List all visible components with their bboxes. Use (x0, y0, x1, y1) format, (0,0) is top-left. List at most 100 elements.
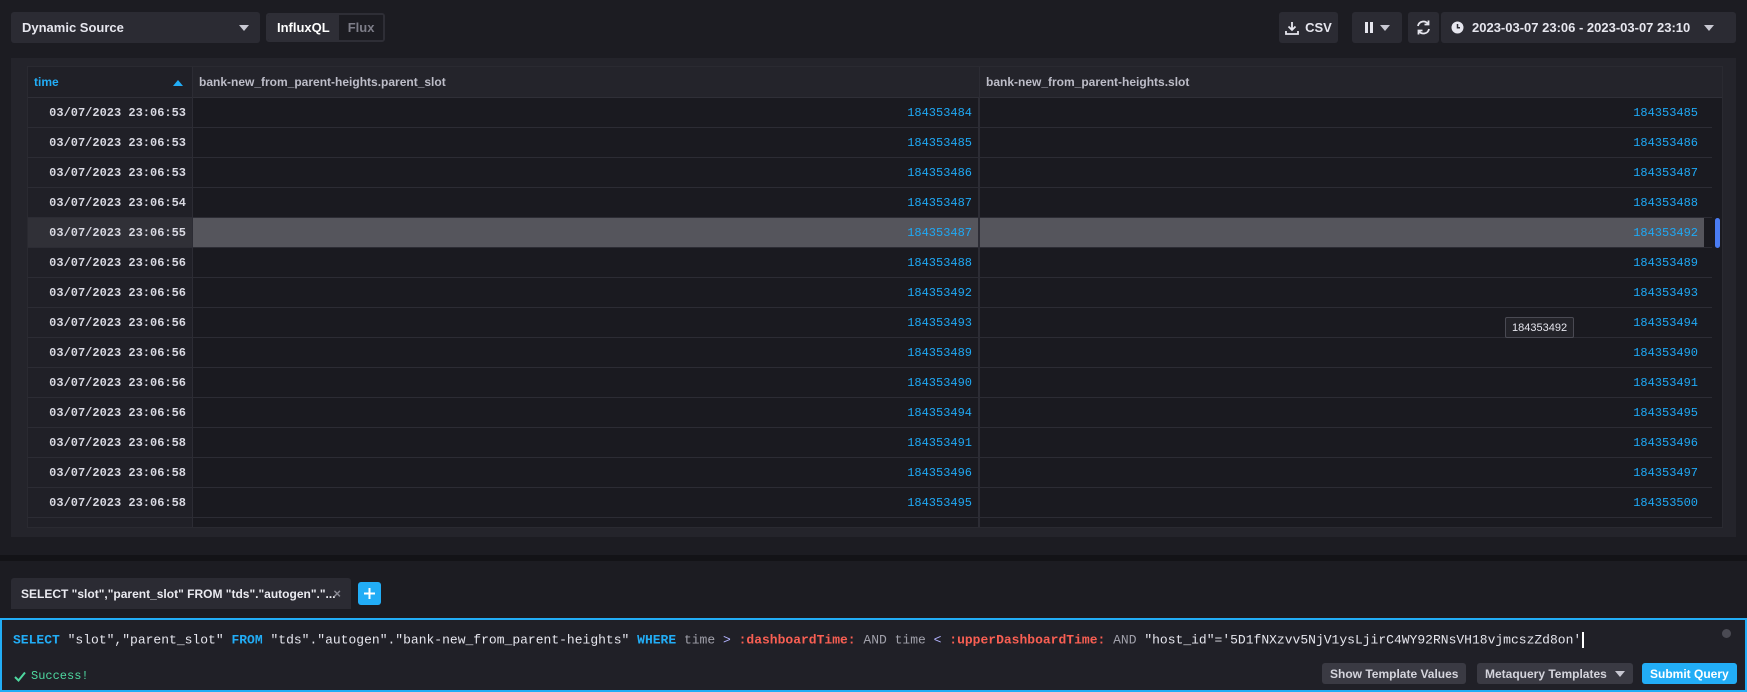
query-text[interactable]: SELECT "slot","parent_slot" FROM "tds"."… (13, 632, 1585, 648)
query-token: "slot","parent_slot" (59, 632, 232, 648)
query-token: '5D1fNXzvv5NjV1ysLjirC4WY92RNsVH18vjmcsz… (1222, 632, 1582, 648)
slot-cell: 184353487 (1633, 165, 1698, 180)
table-row[interactable]: 03/07/2023 23:06:58 184353495 184353500 (28, 488, 1722, 518)
query-token: time (676, 632, 723, 648)
table-row[interactable]: 03/07/2023 23:06:54 184353487 184353488 (28, 188, 1722, 218)
query-status: Success! (14, 669, 89, 683)
query-editor[interactable]: SELECT "slot","parent_slot" FROM "tds"."… (0, 618, 1747, 692)
table-row[interactable]: 03/07/2023 23:06:58 184353496 184353497 (28, 458, 1722, 488)
refresh-icon (1417, 20, 1430, 35)
query-token: :upperDashboardTime: (949, 632, 1106, 648)
source-dropdown-label: Dynamic Source (22, 20, 124, 35)
column-header-time[interactable]: time (28, 67, 192, 97)
csv-download-button[interactable]: CSV (1279, 12, 1338, 43)
parent-slot-cell: 184353497 (193, 518, 979, 527)
parent-slot-cell: 184353487 (193, 188, 979, 217)
time-range-dropdown[interactable]: 2023-03-07 23:06 - 2023-03-07 23:10 (1441, 12, 1736, 43)
parent-slot-cell: 184353485 (193, 128, 979, 157)
time-range-label: 2023-03-07 23:06 - 2023-03-07 23:10 (1472, 20, 1691, 35)
time-cell: 03/07/2023 23:06:56 (28, 248, 192, 277)
table-row[interactable]: 03/07/2023 23:06:58 184353491 184353496 (28, 428, 1722, 458)
slot-cell: 184353498 (980, 518, 1704, 528)
vertical-scrollbar[interactable] (1712, 98, 1722, 527)
query-tab[interactable]: SELECT "slot","parent_slot" FROM "tds"."… (11, 578, 351, 609)
slot-cell: 184353488 (1633, 195, 1698, 210)
show-template-values-button[interactable]: Show Template Values (1322, 663, 1467, 684)
scrollbar-thumb[interactable] (1715, 218, 1720, 248)
chevron-down-icon (239, 24, 249, 31)
parent-slot-cell: 184353493 (193, 308, 979, 337)
table-row[interactable]: 03/07/2023 23:06:56 184353488 184353489 (28, 248, 1722, 278)
query-token: SELECT (13, 632, 60, 648)
clock-icon (1451, 21, 1464, 34)
download-icon (1285, 21, 1300, 35)
time-cell: 03/07/2023 23:06:53 (28, 98, 192, 127)
panel-divider[interactable] (0, 555, 1747, 561)
query-token: AND time (855, 632, 934, 648)
table-row[interactable]: 03/07/2023 23:06:53 184353484 184353485 (28, 98, 1722, 128)
slot-cell: 184353497 (1633, 465, 1698, 480)
text-cursor (1582, 632, 1585, 648)
table-row[interactable]: 03/07/2023 23:06:53 184353485 184353486 (28, 128, 1722, 158)
time-cell: 03/07/2023 23:06:58 (28, 458, 192, 487)
flux-option[interactable]: Flux (338, 15, 384, 40)
query-token: > (722, 632, 731, 648)
source-dropdown[interactable]: Dynamic Source (11, 12, 260, 43)
slot-cell: 184353492 (980, 218, 1704, 247)
column-header-parent-slot[interactable]: bank-new_from_parent-heights.parent_slot (193, 67, 979, 97)
metaquery-templates-label: Metaquery Templates (1485, 666, 1607, 681)
parent-slot-cell: 184353488 (193, 248, 979, 277)
time-cell: 03/07/2023 23:06:58 (28, 488, 192, 517)
table-row[interactable]: 03/07/2023 23:06:55 184353487 184353492 (28, 218, 1722, 248)
slot-cell: 184353491 (1633, 375, 1698, 390)
query-token: :dashboardTime: (738, 632, 856, 648)
table-panel: time bank-new_from_parent-heights.parent… (11, 58, 1736, 537)
influxql-option[interactable]: InfluxQL (268, 15, 339, 40)
table-row[interactable]: 03/07/2023 23:06:53 184353486 184353487 (28, 158, 1722, 188)
refresh-button[interactable] (1408, 12, 1439, 43)
query-token: "host_id"= (1144, 632, 1223, 648)
parent-slot-cell: 184353492 (193, 278, 979, 307)
time-cell: 03/07/2023 23:06:58 (28, 518, 192, 527)
add-query-button[interactable] (358, 582, 381, 605)
table-row[interactable]: 03/07/2023 23:06:56 184353489 184353490 (28, 338, 1722, 368)
time-cell: 03/07/2023 23:06:56 (28, 398, 192, 427)
plus-icon (364, 588, 375, 599)
chevron-down-icon (1380, 24, 1390, 31)
close-icon[interactable]: × (333, 586, 341, 601)
query-token: WHERE (637, 632, 677, 648)
time-cell: 03/07/2023 23:06:54 (28, 188, 192, 217)
time-cell: 03/07/2023 23:06:53 (28, 158, 192, 187)
table-row[interactable]: 03/07/2023 23:06:56 184353493 184353494 (28, 308, 1722, 338)
query-language-toggle: InfluxQL Flux (266, 13, 386, 42)
time-cell: 03/07/2023 23:06:55 (28, 218, 192, 247)
slot-cell: 184353493 (1633, 285, 1698, 300)
time-cell: 03/07/2023 23:06:58 (28, 428, 192, 457)
table-row[interactable]: 03/07/2023 23:06:58184353497184353498 (28, 518, 1722, 528)
top-toolbar: Dynamic Source InfluxQL Flux CSV 2023-03… (0, 0, 1747, 56)
parent-slot-cell: 184353486 (193, 158, 979, 187)
column-header-slot[interactable]: bank-new_from_parent-heights.slot (980, 67, 1704, 97)
slot-cell: 184353485 (1633, 105, 1698, 120)
query-token: AND (1105, 632, 1145, 648)
slot-cell: 184353494 (1633, 315, 1698, 330)
time-cell: 03/07/2023 23:06:53 (28, 128, 192, 157)
table-row[interactable]: 03/07/2023 23:06:56 184353490 184353491 (28, 368, 1722, 398)
column-header-label: bank-new_from_parent-heights.parent_slot (199, 75, 446, 89)
pause-icon (1365, 22, 1373, 33)
query-token: "tds"."autogen"."bank-new_from_parent-he… (262, 632, 638, 648)
query-token: FROM (231, 632, 263, 648)
pause-dropdown-button[interactable] (1352, 12, 1402, 43)
parent-slot-cell: 184353494 (193, 398, 979, 427)
time-cell: 03/07/2023 23:06:56 (28, 338, 192, 367)
cell-tooltip: 184353492 (1505, 317, 1575, 338)
parent-slot-cell: 184353484 (193, 98, 979, 127)
query-tab-label: SELECT "slot","parent_slot" FROM "tds"."… (21, 586, 336, 601)
query-status-text: Success! (31, 669, 89, 683)
table-row[interactable]: 03/07/2023 23:06:56 184353494 184353495 (28, 398, 1722, 428)
metaquery-templates-dropdown[interactable]: Metaquery Templates (1477, 663, 1633, 684)
submit-query-button[interactable]: Submit Query (1642, 663, 1737, 684)
editor-status-dot-icon (1722, 629, 1731, 638)
parent-slot-cell: 184353489 (193, 338, 979, 367)
table-row[interactable]: 03/07/2023 23:06:56 184353492 184353493 (28, 278, 1722, 308)
